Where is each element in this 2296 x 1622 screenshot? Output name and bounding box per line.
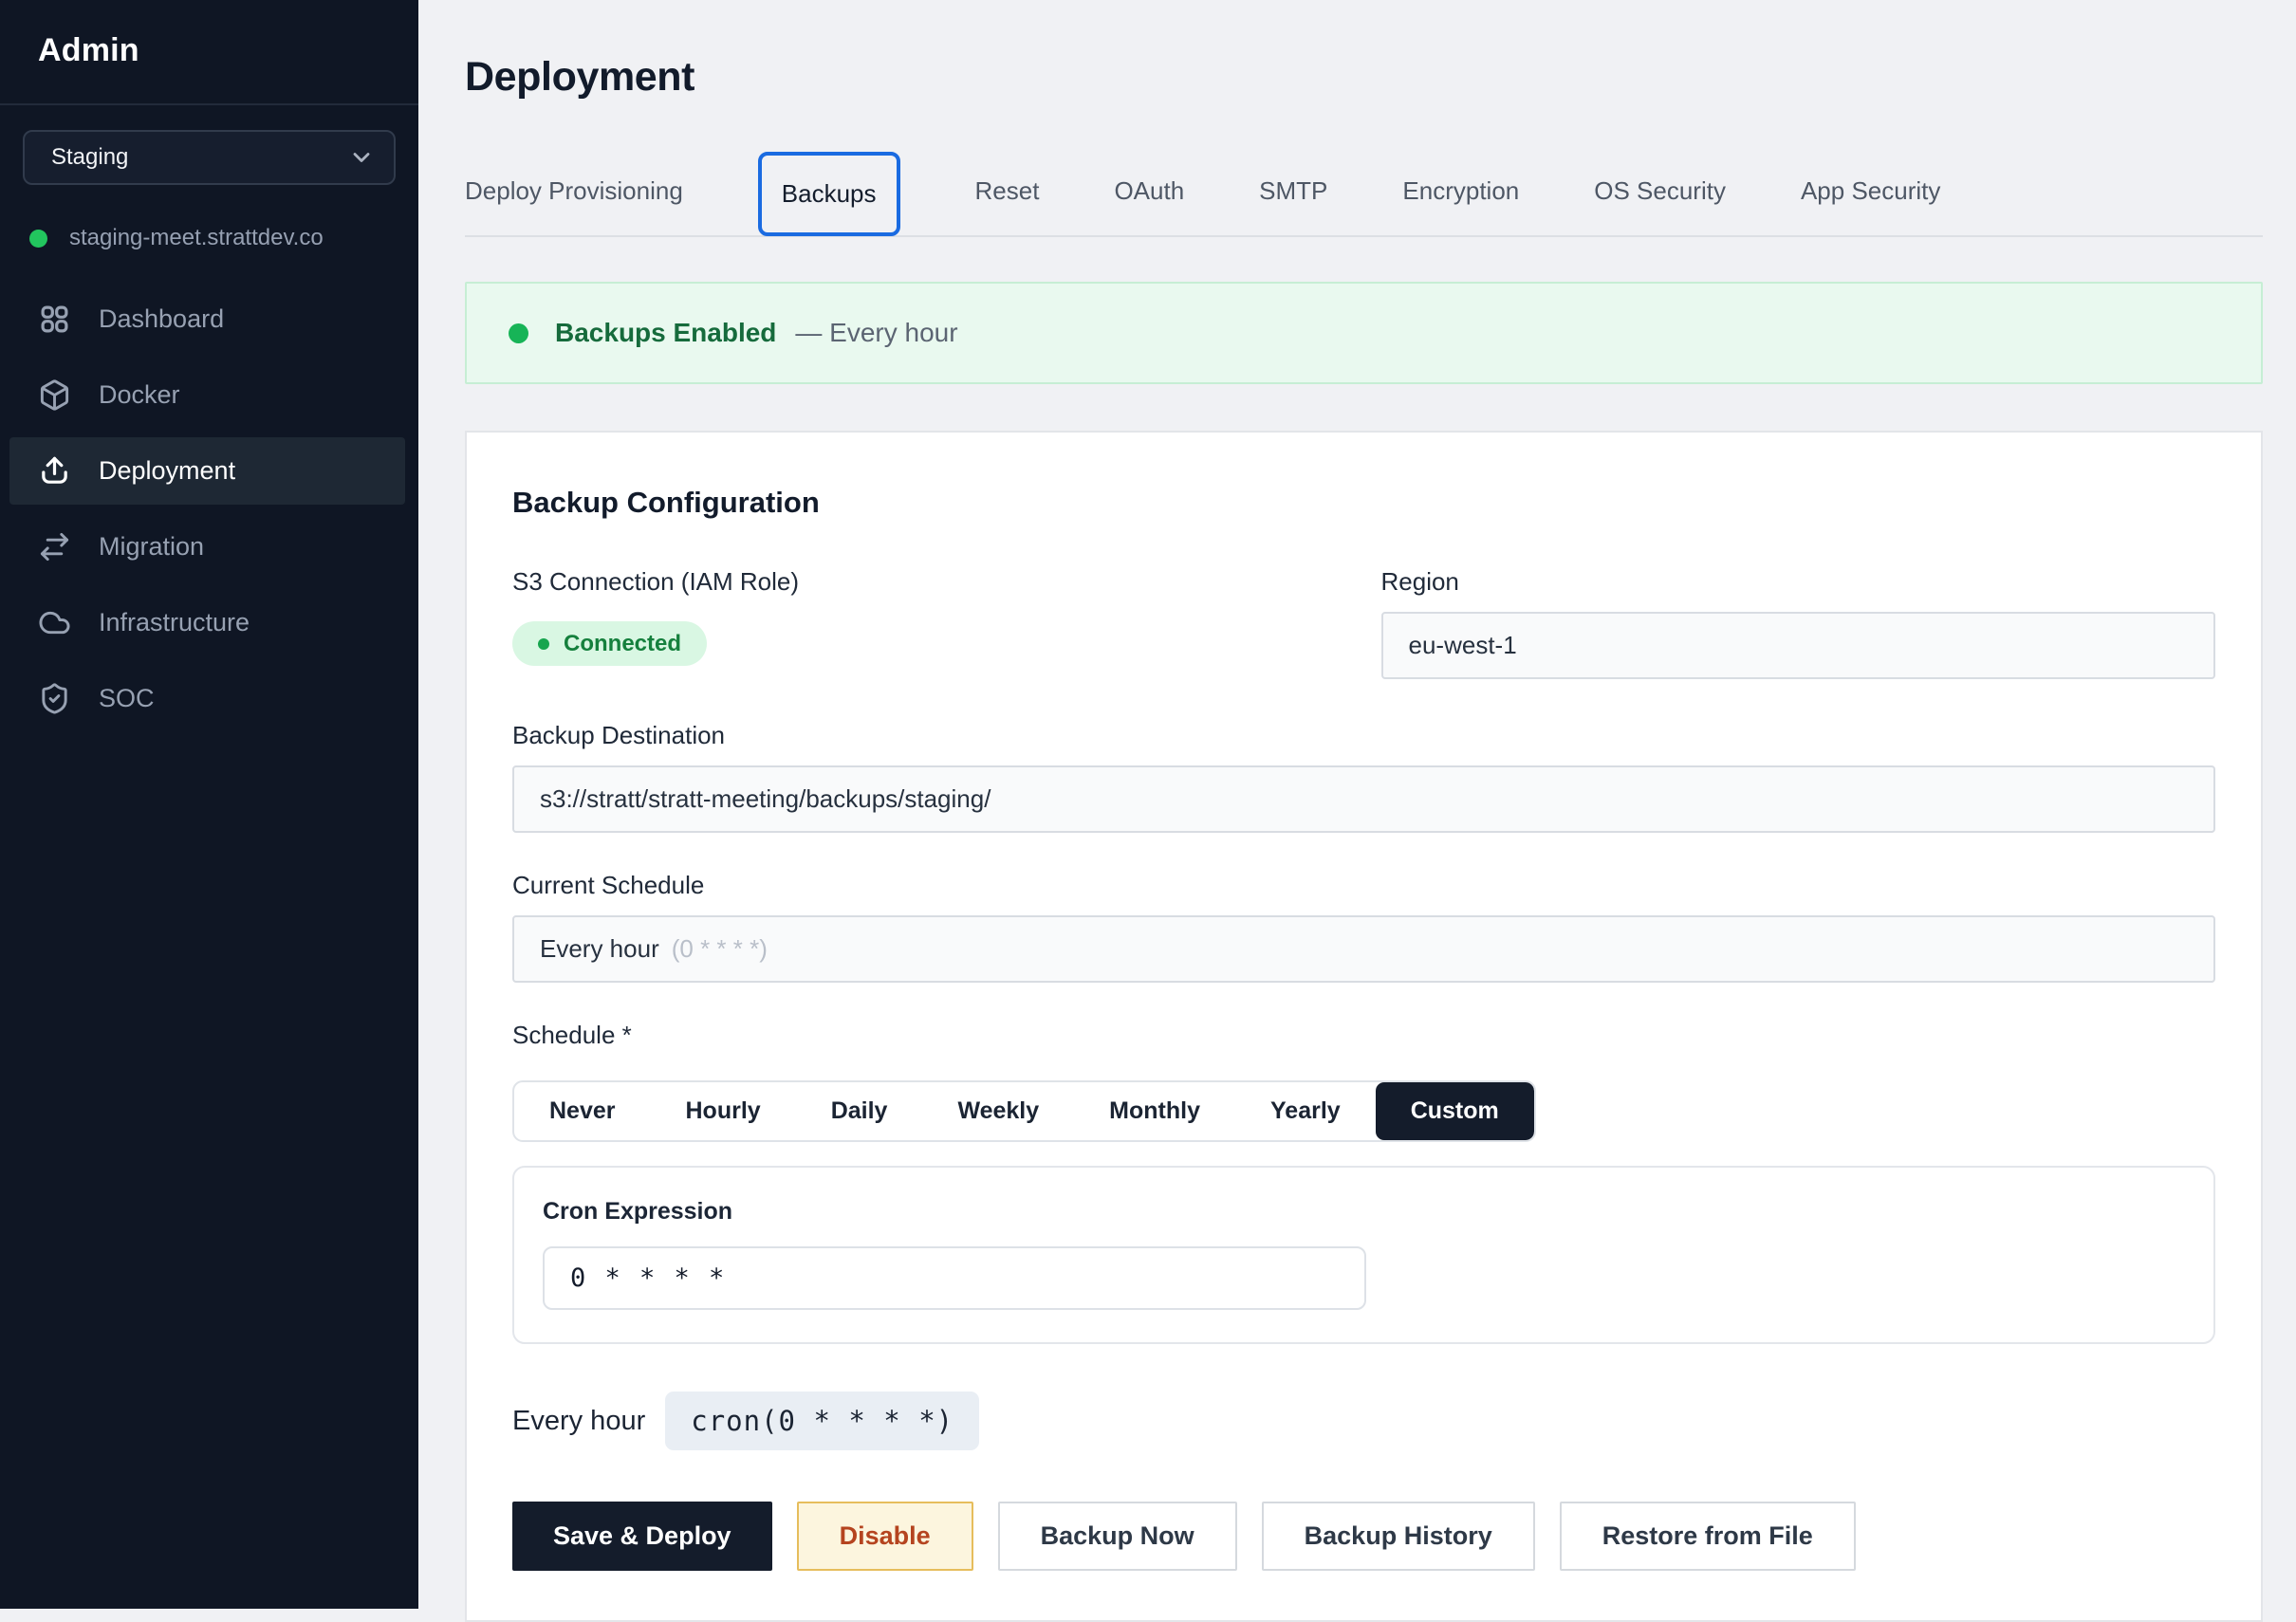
- main-area: Deployment Deploy Provisioning Backups R…: [418, 0, 2296, 1609]
- schedule-preview-text: Every hour: [512, 1406, 645, 1437]
- card-heading: Backup Configuration: [512, 486, 2215, 520]
- sidebar-item-label: SOC: [99, 684, 155, 713]
- cron-expression-panel: Cron Expression: [512, 1166, 2215, 1344]
- backup-history-button[interactable]: Backup History: [1262, 1502, 1535, 1571]
- page-title: Deployment: [465, 49, 2263, 104]
- sidebar-item-docker[interactable]: Docker: [9, 361, 405, 429]
- status-dot-icon: [509, 323, 528, 343]
- cron-preview-chip: cron(0 * * * *): [665, 1392, 979, 1450]
- backup-configuration-card: Backup Configuration S3 Connection (IAM …: [465, 431, 2263, 1622]
- sidebar: Admin Staging staging-meet.strattdev.co …: [0, 0, 418, 1609]
- sidebar-item-label: Dashboard: [99, 304, 224, 334]
- save-deploy-button[interactable]: Save & Deploy: [512, 1502, 772, 1571]
- banner-title: Backups Enabled: [555, 318, 776, 348]
- grid-icon: [38, 303, 71, 336]
- action-buttons: Save & Deploy Disable Backup Now Backup …: [512, 1502, 2215, 1571]
- tab-encryption[interactable]: Encryption: [1402, 176, 1519, 206]
- shield-check-icon: [38, 682, 71, 715]
- online-status-dot-icon: [29, 230, 47, 248]
- sidebar-item-label: Infrastructure: [99, 608, 250, 637]
- schedule-option-hourly[interactable]: Hourly: [651, 1082, 796, 1140]
- cron-expression-input[interactable]: [543, 1246, 1366, 1310]
- schedule-field: Schedule * Never Hourly Daily Weekly Mon…: [512, 1021, 2215, 1142]
- sidebar-item-soc[interactable]: SOC: [9, 665, 405, 732]
- region-input[interactable]: [1381, 612, 2216, 679]
- schedule-option-weekly[interactable]: Weekly: [922, 1082, 1074, 1140]
- current-schedule-label: Current Schedule: [512, 871, 2215, 900]
- region-field: Region: [1381, 567, 2216, 679]
- instance-status: staging-meet.strattdev.co: [29, 225, 396, 251]
- current-schedule-input[interactable]: Every hour (0 * * * *): [512, 915, 2215, 983]
- sidebar-item-dashboard[interactable]: Dashboard: [9, 286, 405, 353]
- schedule-option-daily[interactable]: Daily: [796, 1082, 923, 1140]
- backup-now-button[interactable]: Backup Now: [998, 1502, 1237, 1571]
- backup-destination-field: Backup Destination: [512, 721, 2215, 833]
- cloud-icon: [38, 606, 71, 639]
- current-schedule-field: Current Schedule Every hour (0 * * * *): [512, 871, 2215, 983]
- cube-icon: [38, 378, 71, 412]
- tab-bar: Deploy Provisioning Backups Reset OAuth …: [465, 146, 2263, 237]
- sidebar-item-label: Deployment: [99, 456, 235, 486]
- backup-destination-label: Backup Destination: [512, 721, 2215, 750]
- upload-icon: [38, 454, 71, 488]
- tab-reset[interactable]: Reset: [975, 176, 1040, 206]
- cron-expression-label: Cron Expression: [543, 1198, 2185, 1226]
- sidebar-item-deployment[interactable]: Deployment: [9, 437, 405, 505]
- arrows-swap-icon: [38, 530, 71, 563]
- schedule-option-monthly[interactable]: Monthly: [1074, 1082, 1235, 1140]
- s3-connection-field: S3 Connection (IAM Role) Connected: [512, 567, 1347, 679]
- tab-deploy-provisioning[interactable]: Deploy Provisioning: [465, 176, 683, 206]
- environment-select[interactable]: Staging: [23, 130, 396, 185]
- disable-button[interactable]: Disable: [797, 1502, 973, 1571]
- s3-connection-label: S3 Connection (IAM Role): [512, 567, 1347, 597]
- connected-status-text: Connected: [564, 631, 681, 657]
- sidebar-item-infrastructure[interactable]: Infrastructure: [9, 589, 405, 656]
- schedule-option-custom[interactable]: Custom: [1376, 1082, 1534, 1140]
- tab-app-security[interactable]: App Security: [1801, 176, 1940, 206]
- sidebar-item-label: Migration: [99, 532, 204, 562]
- current-schedule-value: Every hour: [540, 934, 659, 964]
- instance-domain: staging-meet.strattdev.co: [69, 225, 324, 251]
- tab-smtp[interactable]: SMTP: [1259, 176, 1327, 206]
- sidebar-item-label: Docker: [99, 380, 180, 410]
- backup-destination-input[interactable]: [512, 765, 2215, 833]
- backups-status-banner: Backups Enabled — Every hour: [465, 282, 2263, 384]
- schedule-preview: Every hour cron(0 * * * *): [512, 1392, 2215, 1450]
- current-schedule-hint: (0 * * * *): [672, 934, 768, 964]
- schedule-option-yearly[interactable]: Yearly: [1235, 1082, 1376, 1140]
- tab-os-security[interactable]: OS Security: [1594, 176, 1726, 206]
- connected-dot-icon: [538, 638, 549, 650]
- banner-detail: — Every hour: [795, 318, 957, 348]
- tab-oauth[interactable]: OAuth: [1114, 176, 1184, 206]
- environment-select-value: Staging: [51, 144, 128, 171]
- region-label: Region: [1381, 567, 2216, 597]
- restore-from-file-button[interactable]: Restore from File: [1560, 1502, 1856, 1571]
- sidebar-nav: Dashboard Docker Deployment Migration In…: [0, 286, 418, 741]
- schedule-label: Schedule *: [512, 1021, 2215, 1050]
- sidebar-item-migration[interactable]: Migration: [9, 513, 405, 581]
- connected-status-badge: Connected: [512, 621, 707, 666]
- tab-backups[interactable]: Backups: [758, 152, 900, 236]
- schedule-option-never[interactable]: Never: [514, 1082, 651, 1140]
- schedule-segmented-control: Never Hourly Daily Weekly Monthly Yearly…: [512, 1080, 1536, 1142]
- app-title: Admin: [0, 0, 418, 105]
